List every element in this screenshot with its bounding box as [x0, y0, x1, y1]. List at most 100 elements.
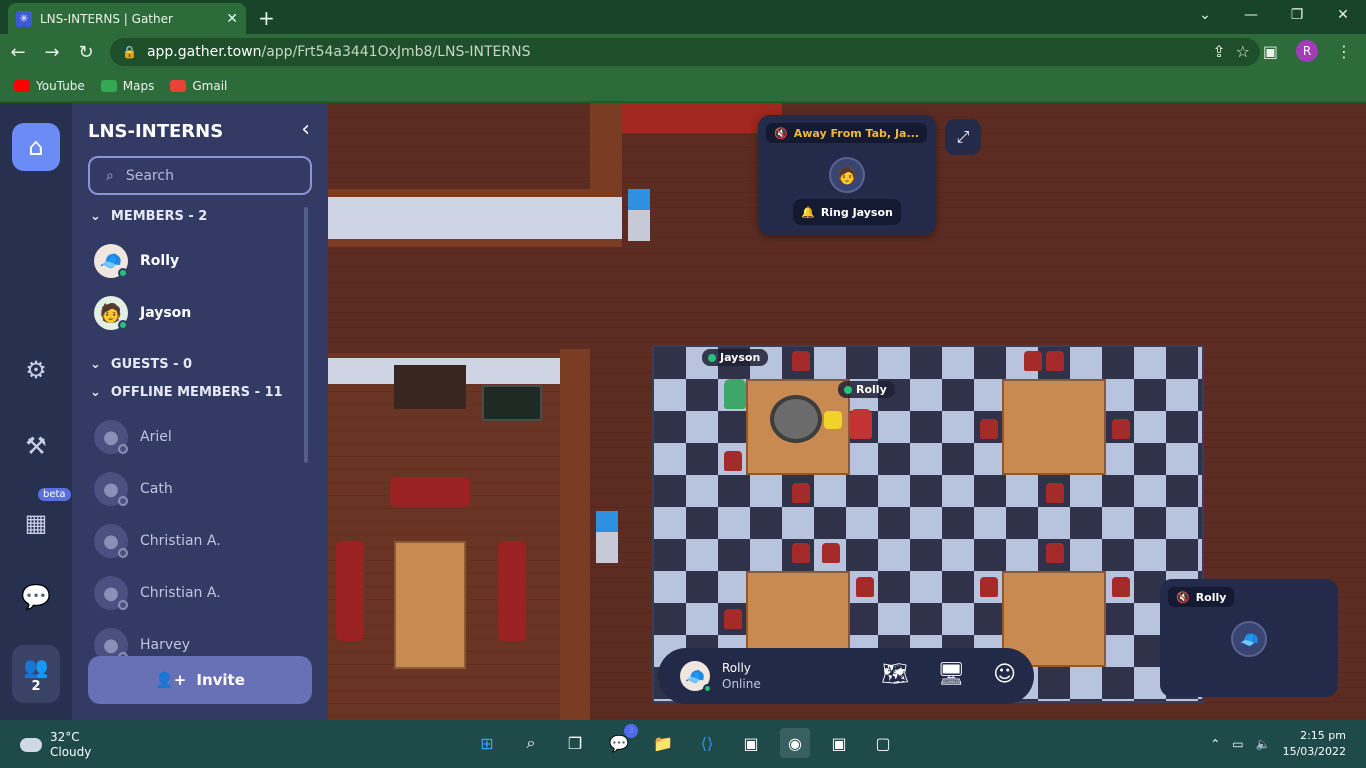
member-rolly[interactable]: 🧢 Rolly [94, 244, 179, 278]
app-icon[interactable]: ▢ [868, 728, 898, 758]
members-section-header[interactable]: ⌄ MEMBERS - 2 [90, 209, 207, 224]
avatar: 🧢 [94, 244, 128, 278]
clock[interactable]: 2:15 pm 15/03/2022 [1283, 728, 1346, 760]
settings-button[interactable]: ⚙ [12, 346, 60, 394]
rolly-avatar[interactable] [850, 409, 872, 439]
invite-button[interactable]: 👤+ Invite [88, 656, 312, 704]
game-map[interactable]: Jayson Rolly 🔇 Away From Tab, Ja... 🧑 🔔 … [328, 103, 1366, 720]
bookmark-youtube[interactable]: YouTube [14, 79, 85, 93]
invite-label: Invite [196, 671, 245, 689]
offline-member[interactable]: ● Christian A. [94, 524, 221, 558]
close-tab-icon[interactable]: ✕ [226, 11, 238, 27]
tab-search-icon[interactable]: ⌄ [1182, 0, 1228, 30]
side-panel-icon[interactable]: ▣ [1263, 42, 1278, 61]
member-name: Harvey [140, 637, 191, 653]
offline-member[interactable]: ● Ariel [94, 420, 172, 454]
section-label: OFFLINE MEMBERS - 11 [110, 385, 283, 400]
calendar-button[interactable]: ▦ [12, 499, 60, 547]
close-window-button[interactable]: ✕ [1320, 0, 1366, 30]
offline-member[interactable]: ● Christian A. [94, 576, 221, 610]
interactive-object-icon[interactable] [824, 411, 842, 429]
collapse-sidebar-icon[interactable]: ‹ [301, 117, 310, 142]
expand-icon[interactable]: ⤢ [945, 119, 981, 155]
teams-chat-icon[interactable]: 💬 3 [604, 724, 638, 758]
bookmark-label: YouTube [36, 78, 85, 93]
bookmark-label: Gmail [192, 78, 228, 93]
water-cooler [628, 189, 650, 241]
offline-section-header[interactable]: ⌄ OFFLINE MEMBERS - 11 [90, 385, 283, 400]
emoji-icon[interactable]: ☺ [993, 662, 1016, 687]
member-name: Rolly [140, 253, 180, 269]
home-icon: ⌂ [28, 133, 44, 161]
calendar-icon: ▦ [24, 509, 48, 537]
guests-section-header[interactable]: ⌄ GUESTS - 0 [90, 357, 192, 372]
avatar: ● [94, 420, 128, 454]
lock-icon[interactable]: 🔒 [122, 45, 137, 59]
avatar: 🧑 [94, 296, 128, 330]
weather-widget[interactable]: 32°C Cloudy [20, 730, 91, 760]
file-explorer-icon[interactable]: 📁 [648, 728, 678, 758]
chrome-icon[interactable]: ◉ [780, 728, 810, 758]
screen-share-icon[interactable]: 🖥 [937, 662, 965, 687]
self-video-card[interactable]: 🔇 Rolly 🧢 [1160, 579, 1338, 697]
new-tab-button[interactable]: + [258, 6, 275, 30]
build-button[interactable]: ⚒ [12, 422, 60, 470]
share-icon[interactable]: ⇪ [1212, 42, 1225, 61]
avatar: ● [94, 472, 128, 506]
bookmark-star-icon[interactable]: ☆ [1236, 42, 1250, 61]
forward-button[interactable]: → [36, 36, 68, 68]
restore-button[interactable]: ❐ [1274, 0, 1320, 30]
chair [980, 577, 998, 597]
ring-button[interactable]: 🔔 Ring Jayson [793, 199, 901, 225]
browser-toolbar: ← → ↻ 🔒 app.gather.town /app/Frt54a3441O… [0, 34, 1366, 70]
search-icon[interactable]: ⌕ [516, 728, 546, 758]
roast-turkey[interactable] [770, 395, 822, 443]
chair [792, 351, 810, 371]
volume-icon[interactable]: 🔈 [1256, 737, 1271, 751]
start-icon[interactable]: ⊞ [472, 728, 502, 758]
offline-member[interactable]: ● Cath [94, 472, 173, 506]
minimize-button[interactable]: — [1228, 0, 1274, 30]
network-icon[interactable]: ▭ [1232, 737, 1243, 751]
member-jayson[interactable]: 🧑 Jayson [94, 296, 191, 330]
app-icon[interactable]: ▣ [824, 728, 854, 758]
app-icon[interactable]: ▣ [736, 728, 766, 758]
map-icon[interactable]: 🗺 [881, 662, 909, 687]
video-name: Rolly [1195, 590, 1227, 604]
search-box[interactable]: ⌕ [88, 156, 312, 195]
address-bar[interactable]: 🔒 app.gather.town /app/Frt54a3441OxJmb8/… [110, 38, 1260, 66]
tab-title: LNS-INTERNS | Gather [40, 11, 173, 26]
chair [1112, 577, 1130, 597]
participants-button[interactable]: 👥 2 [12, 645, 60, 703]
reload-button[interactable]: ↻ [70, 36, 102, 68]
bookmark-gmail[interactable]: Gmail [170, 79, 227, 93]
lounge-table [394, 541, 466, 669]
bookmark-maps[interactable]: Maps [100, 79, 154, 93]
people-icon: 👥 [23, 654, 49, 679]
self-avatar[interactable]: 🧢 [680, 661, 712, 693]
sofa [390, 477, 470, 507]
sidebar-scrollbar[interactable] [304, 207, 308, 463]
temperature: 32°C [50, 730, 80, 744]
hammer-icon: ⚒ [25, 432, 47, 460]
search-input[interactable] [125, 167, 286, 184]
task-view-icon[interactable]: ❐ [560, 728, 590, 758]
home-button[interactable]: ⌂ [12, 123, 60, 171]
chair [1046, 483, 1064, 503]
browser-menu-icon[interactable]: ⋮ [1336, 42, 1352, 61]
back-button[interactable]: ← [2, 36, 34, 68]
chair [1046, 351, 1064, 371]
mic-off-icon: 🔇 [774, 126, 788, 140]
avatar: ● [94, 524, 128, 558]
chat-button[interactable]: 💬 [12, 573, 60, 621]
vscode-icon[interactable]: ⟨⟩ [692, 728, 722, 758]
profile-avatar[interactable]: R [1296, 40, 1318, 62]
self-info[interactable]: Rolly Online [722, 660, 761, 692]
browser-tab[interactable]: ✳ LNS-INTERNS | Gather ✕ [8, 3, 246, 34]
dining-table [1002, 379, 1106, 475]
jayson-avatar[interactable] [724, 379, 746, 409]
section-label: MEMBERS - 2 [110, 209, 208, 224]
chair [1046, 543, 1064, 563]
chevron-up-icon[interactable]: ⌃ [1210, 737, 1220, 751]
search-icon: ⌕ [106, 167, 114, 184]
